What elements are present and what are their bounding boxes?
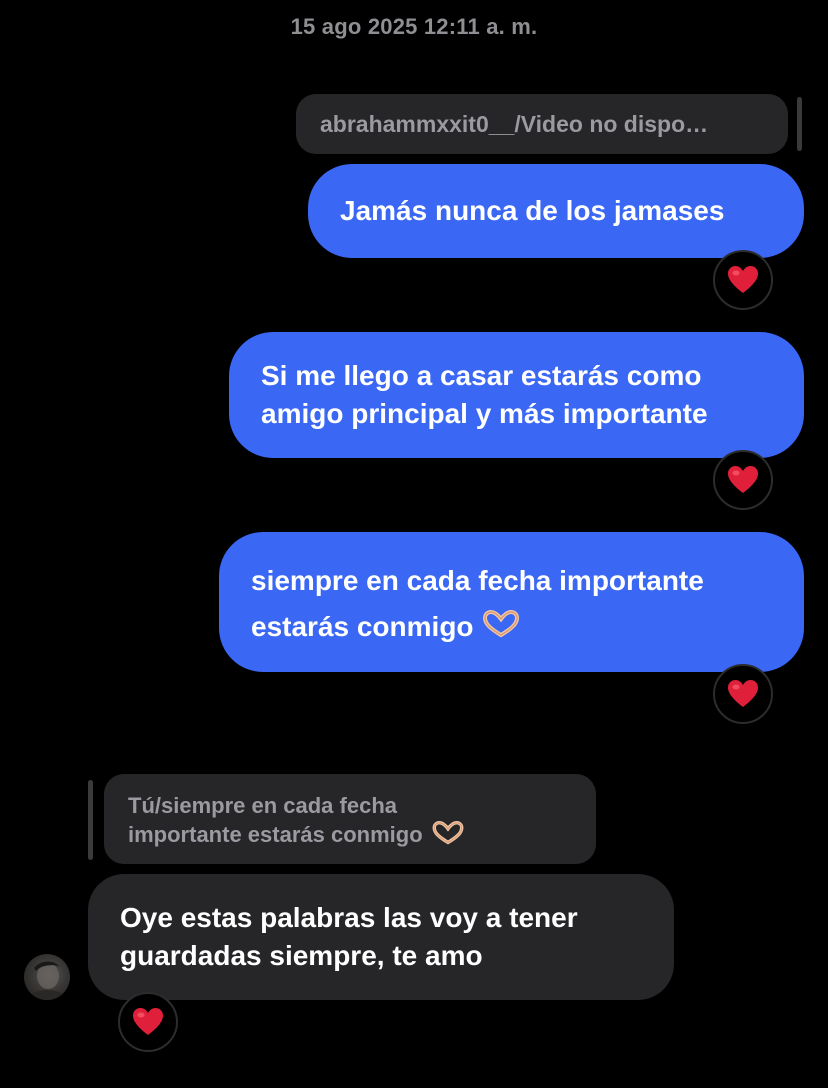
profile-photo: [29, 961, 65, 1000]
red-heart-icon: [728, 266, 758, 293]
message-text-line: estarás conmigo: [251, 604, 772, 652]
reaction-badge[interactable]: [118, 992, 178, 1052]
message-text-line: guardadas siempre, te amo: [120, 940, 483, 971]
received-message-bubble[interactable]: Oye estas palabras las voy a tener guard…: [88, 874, 674, 1000]
reply-preview-line: importante estarás conmigo: [128, 820, 572, 852]
conversation-timestamp: 15 ago 2025 12:11 a. m.: [290, 14, 538, 39]
heart-hands-icon: [482, 606, 520, 652]
message-text: estarás conmigo: [251, 611, 474, 642]
reply-indicator-bar: [88, 780, 93, 860]
sender-avatar[interactable]: [24, 954, 70, 1000]
reaction-badge[interactable]: [713, 664, 773, 724]
sent-message-bubble[interactable]: Si me llego a casar estarás como amigo p…: [229, 332, 804, 458]
reply-preview-chip[interactable]: Tú/siempre en cada fecha importante esta…: [104, 774, 596, 864]
sent-message-bubble[interactable]: siempre en cada fecha importante estarás…: [219, 532, 804, 672]
message-text-line: Jamás nunca de los jamases: [340, 195, 725, 226]
red-heart-icon: [728, 680, 758, 707]
reply-preview-text: importante estarás conmigo: [128, 822, 423, 847]
message-text-line: siempre en cada fecha importante: [251, 565, 704, 596]
message-text-line: amigo principal y más importante: [261, 398, 708, 429]
reply-preview-text: Tú/siempre en cada fecha: [128, 793, 397, 818]
red-heart-icon: [728, 466, 758, 493]
reaction-badge[interactable]: [713, 450, 773, 510]
reply-indicator-bar: [797, 97, 802, 151]
reaction-badge[interactable]: [713, 250, 773, 310]
message-text-line: Si me llego a casar estarás como: [261, 360, 702, 391]
sent-message-bubble[interactable]: Jamás nunca de los jamases: [308, 164, 804, 258]
reply-preview-text: abrahammxxit0__/Video no dispo…: [320, 111, 709, 137]
reply-preview-chip[interactable]: abrahammxxit0__/Video no dispo…: [296, 94, 788, 154]
heart-hands-icon: [431, 820, 465, 852]
message-text-line: Oye estas palabras las voy a tener: [120, 902, 578, 933]
red-heart-icon: [133, 1008, 163, 1035]
